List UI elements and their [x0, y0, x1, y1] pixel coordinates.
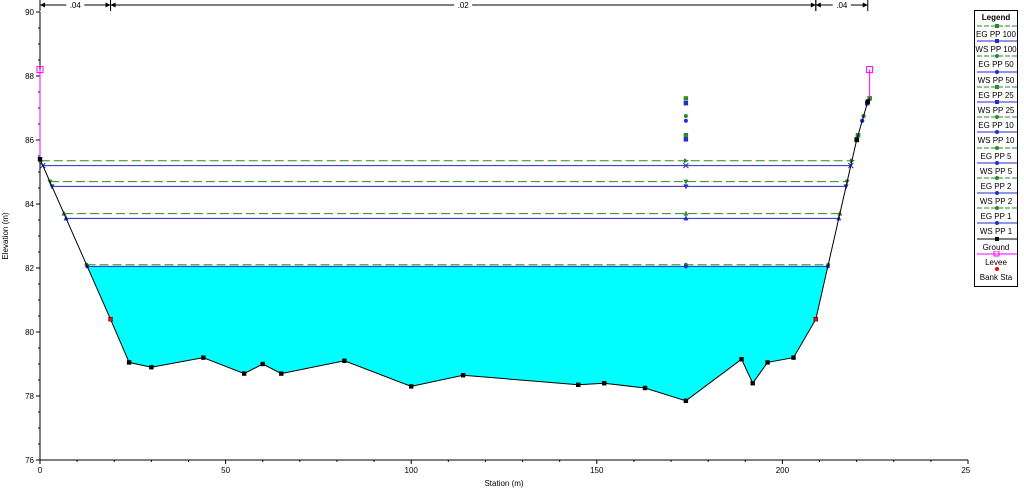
- ground-point: [149, 365, 154, 370]
- legend-marker: [995, 99, 999, 104]
- y-tick-label: 78: [25, 392, 34, 401]
- legend-label: Bank Sta: [979, 273, 1013, 282]
- legend-entry: EG PP 1: [975, 205, 1017, 221]
- x-tick-label: 0: [38, 466, 43, 475]
- ground-point: [260, 361, 265, 367]
- n-arrow: [40, 2, 45, 8]
- ground-point: [739, 357, 744, 362]
- profile-marker: [683, 137, 689, 142]
- legend-entry: Bank Sta: [975, 266, 1017, 282]
- n-arrow: [110, 2, 116, 8]
- legend-entry: WS PP 100: [975, 38, 1017, 54]
- legend-marker: [995, 236, 999, 241]
- ground-point: [642, 385, 648, 391]
- x-tick-label: 200: [776, 466, 790, 475]
- legend-entry: Ground: [975, 236, 1017, 252]
- ground-point: [201, 355, 206, 360]
- legend-entry: EG PP 10: [975, 114, 1017, 130]
- legend-marker: [995, 175, 999, 180]
- legend-marker: [995, 69, 999, 74]
- profile-marker: [683, 210, 689, 216]
- mannings-n-label: .04: [836, 1, 848, 10]
- ground-point: [241, 371, 247, 376]
- y-tick-label: 86: [25, 136, 34, 145]
- legend: Legend EG PP 100 WS PP 100 EG PP 50 WS PP 5…: [974, 10, 1018, 287]
- legend-title: Legend: [981, 13, 1011, 22]
- profile-marker: [683, 114, 688, 118]
- legend-entries: EG PP 100 WS PP 100 EG PP 50 WS PP 50 EG PP …: [975, 23, 1017, 282]
- n-arrow: [815, 2, 821, 8]
- water-fill: [87, 266, 828, 401]
- profile-marker: [683, 118, 688, 123]
- legend-marker: [995, 221, 999, 226]
- legend-marker: [995, 160, 999, 165]
- ground-point: [602, 381, 607, 386]
- profile-marker: [683, 133, 689, 138]
- ground-point: [791, 355, 796, 360]
- legend-entry: EG PP 25: [975, 84, 1017, 100]
- ground-point: [409, 384, 414, 389]
- x-tick-label: 100: [405, 466, 419, 475]
- profile-marker: [683, 101, 689, 106]
- y-tick-label: 76: [25, 456, 34, 465]
- y-tick-label: 80: [25, 328, 34, 337]
- ground-point: [683, 398, 689, 403]
- ground-point: [750, 381, 755, 386]
- legend-entry: WS PP 1: [975, 220, 1017, 236]
- y-tick-label: 84: [25, 200, 34, 209]
- bank-station-marker: [813, 317, 818, 322]
- y-tick-label: 90: [25, 8, 34, 17]
- legend-marker: [995, 54, 999, 59]
- legend-marker: [995, 115, 999, 120]
- y-axis-label: Elevation (m): [1, 212, 10, 259]
- legend-entry: Levee: [975, 250, 1017, 267]
- ground-point: [342, 358, 347, 363]
- ground-point: [126, 360, 132, 365]
- profile-marker: [683, 264, 688, 269]
- n-arrow: [810, 2, 816, 8]
- legend-marker: [995, 191, 999, 196]
- legend-entry: WS PP 25: [975, 99, 1017, 115]
- n-arrow: [862, 2, 868, 8]
- cross-section-chart: 0 50 100 150 200 250 76 78 80 82 84 86 88 90 Station (…: [1, 0, 970, 488]
- profile-marker: [683, 158, 689, 164]
- legend-marker: [995, 206, 999, 211]
- legend-entry: EG PP 100: [975, 23, 1017, 39]
- y-tick-label: 82: [25, 264, 34, 273]
- ground-point: [765, 360, 770, 365]
- mannings-n-label: .02: [458, 1, 470, 10]
- bank-station-marker: [108, 317, 113, 322]
- legend-marker: [995, 84, 999, 89]
- ground-point: [460, 373, 466, 378]
- legend-entry: WS PP 5: [975, 160, 1017, 176]
- x-axis-label: Station (m): [484, 479, 523, 488]
- legend-entry: EG PP 50: [975, 53, 1017, 69]
- x-tick-label: 250: [961, 466, 970, 475]
- legend-entry: WS PP 50: [975, 69, 1017, 85]
- legend-marker: [995, 39, 999, 44]
- y-tick-label: 88: [25, 72, 34, 81]
- legend-marker: [995, 267, 999, 271]
- legend-marker: [995, 130, 999, 135]
- ground-point: [576, 382, 581, 387]
- profile-marker: [683, 96, 689, 101]
- ground-point: [37, 157, 43, 162]
- x-tick-label: 150: [590, 466, 604, 475]
- ground-point: [279, 371, 284, 376]
- ground-point: [854, 137, 859, 143]
- legend-entry: EG PP 5: [975, 145, 1017, 161]
- ground-point: [865, 99, 870, 104]
- x-tick-label: 50: [221, 466, 230, 475]
- legend-entry: WS PP 10: [975, 129, 1017, 145]
- legend-marker: [995, 145, 999, 150]
- n-arrow: [105, 2, 111, 8]
- legend-marker: [995, 24, 999, 28]
- legend-entry: EG PP 2: [975, 175, 1017, 191]
- mannings-n-label: .04: [70, 1, 82, 10]
- legend-entry: WS PP 2: [975, 190, 1017, 206]
